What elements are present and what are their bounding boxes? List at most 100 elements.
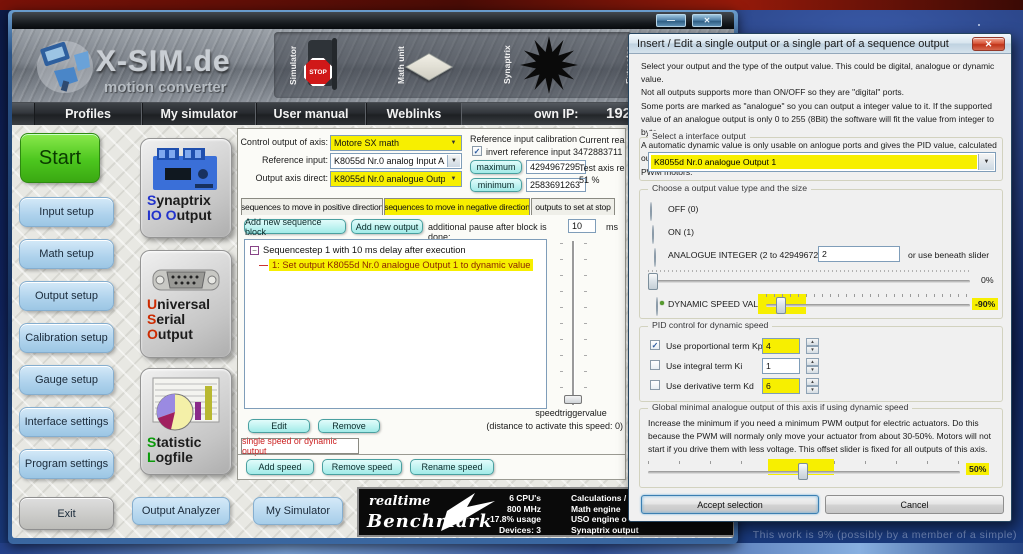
edit-button[interactable]: Edit [248,419,310,433]
rename-speed-button[interactable]: Rename speed [410,459,494,475]
kd-label: Use derivative term Kd [666,381,754,391]
sidebar-item-input-setup[interactable]: Input setup [19,197,114,227]
exit-button[interactable]: Exit [19,497,114,530]
speedtrigger-slider-thumb[interactable] [564,395,582,404]
chevron-down-icon: ▼ [447,137,460,149]
module-label-line: Synaptrix [147,193,212,208]
benchmark-stat: Devices: 3 [459,525,541,536]
menu-user-manual[interactable]: User manual [256,103,366,125]
kp-checkbox[interactable]: ✓ [650,340,660,350]
output-analyzer-button[interactable]: Output Analyzer [132,497,230,525]
remove-button[interactable]: Remove [318,419,380,433]
analogue-slider-thumb[interactable] [648,273,658,290]
sidebar-item-gauge-setup[interactable]: Gauge setup [19,365,114,395]
benchmark-stat: 17.8% usage [459,514,541,525]
menu-my-simulator[interactable]: My simulator [142,103,256,125]
radio-dynamic-speed[interactable] [656,297,658,316]
chevron-down-icon: ▼ [447,155,460,167]
analogue-value-field[interactable]: 2 [818,246,900,262]
accept-selection-button[interactable]: Accept selection [641,495,819,514]
kd-spinner[interactable]: ▲▼ [806,378,819,394]
remove-speed-button[interactable]: Remove speed [322,459,402,475]
tab-positive-direction[interactable]: sequences to move in positive direction [241,198,383,215]
module-label-line: Statistic [147,435,201,450]
menu-weblinks[interactable]: Weblinks [366,103,462,125]
spinner-up-icon: ▲ [806,338,819,346]
synaptrix-star-icon[interactable] [518,34,580,96]
radio-dynamic-label: DYNAMIC SPEED VALUE [668,299,764,309]
synaptrix-io-output-button[interactable]: Synaptrix IO Output [140,138,232,238]
kd-checkbox[interactable] [650,380,660,390]
radio-analogue-label: ANALOGUE INTEGER (2 to 4294967295) [668,250,831,260]
ki-value-field[interactable]: 1 [762,358,800,374]
global-minimum-text: Increase the minimum if you need a minim… [648,417,996,456]
my-simulator-button[interactable]: My Simulator [253,497,343,525]
analogue-slider[interactable] [648,280,970,283]
synaptrix-label: Synaptrix [502,36,512,94]
ki-spinner[interactable]: ▲▼ [806,358,819,374]
maximum-value-field[interactable]: 4294967295 [526,160,586,174]
global-slider-thumb[interactable] [798,463,808,480]
tree-root-item[interactable]: − Sequencestep 1 with 10 ms delay after … [250,245,466,255]
ki-checkbox[interactable] [650,360,660,370]
add-new-output-button[interactable]: Add new output [351,219,423,234]
radio-on[interactable] [652,225,654,244]
combo-value: K8055d Nr.0 analogue Output 1 [334,174,445,184]
sidebar-item-math-setup[interactable]: Math setup [19,239,114,269]
interface-output-combo[interactable]: K8055d Nr.0 analogue Output 1 ▼ [648,152,996,172]
dialog-titlebar[interactable]: Insert / Edit a single output or a singl… [629,34,1011,54]
xsim-logo-icon [34,37,96,95]
minimize-button[interactable]: — [656,14,686,27]
window-close-button[interactable]: ✕ [692,14,722,27]
combo-value: K8055d Nr.0 analog Input A1 [334,156,445,166]
sidebar-item-calibration-setup[interactable]: Calibration setup [19,323,114,353]
radio-off[interactable] [650,202,652,221]
invert-reference-checkbox[interactable]: ✓ [472,146,482,156]
universal-serial-output-button[interactable]: Universal Serial Output [140,250,232,358]
add-sequence-block-button[interactable]: Add new sequence block [244,219,346,234]
sequence-tree: − Sequencestep 1 with 10 ms delay after … [244,239,547,409]
minimum-button[interactable]: minimum [470,178,522,192]
tab-negative-direction[interactable]: sequences to move in negative direction [384,198,530,215]
tab-outputs-at-stop[interactable]: outputs to set at stop [531,198,615,215]
speedtrigger-slider[interactable] [572,241,574,405]
tab-single-speed[interactable]: single speed or dynamic output [241,438,359,454]
output-axis-direct-combo[interactable]: K8055d Nr.0 analogue Output 1 ▼ [330,171,462,187]
kd-value-field[interactable]: 6 [762,378,800,394]
dynamic-slider[interactable] [766,304,970,307]
add-speed-button[interactable]: Add speed [246,459,314,475]
sidebar-item-interface-settings[interactable]: Interface settings [19,407,114,437]
radio-analogue-integer[interactable] [654,248,656,267]
reference-input-combo[interactable]: K8055d Nr.0 analog Input A1 ▼ [330,153,462,169]
menu-profiles[interactable]: Profiles [34,103,142,125]
kp-value-field[interactable]: 4 [762,338,800,354]
dialog-intro-line: Not all outputs supports more than ON/OF… [641,86,1004,99]
control-output-axis-combo[interactable]: Motore SX math ▼ [330,135,462,151]
kp-spinner[interactable]: ▲▼ [806,338,819,354]
start-button[interactable]: Start [20,133,100,183]
app-header: X-SIM.de motion converter Simulator STOP… [12,29,734,103]
sidebar-item-output-setup[interactable]: Output setup [19,281,114,311]
module-label-line: IO Output [147,208,212,223]
module-label-line: Universal [147,297,210,312]
circuit-board-icon [151,146,221,194]
dialog-close-button[interactable]: ✕ [972,37,1005,51]
benchmark-stat: Synaptrix output [571,525,734,536]
speedtrigger-label: speedtriggervalue [508,408,626,418]
output-axis-direct-label: Output axis direct: [240,173,328,183]
tree-collapse-icon[interactable]: − [250,246,259,255]
maximum-button[interactable]: maximum [470,160,522,174]
pause-value-field[interactable]: 10 [568,219,596,233]
app-brand-subtitle: motion converter [104,79,227,96]
math-unit-chip-icon[interactable] [405,53,453,81]
cancel-button[interactable]: Cancel [825,495,1004,514]
pid-group: PID control for dynamic speed ✓ Use prop… [639,326,1003,402]
tree-child-item[interactable]: 1: Set output K8055d Nr.0 analogue Outpu… [269,259,533,271]
statistics-chart-icon [151,376,223,438]
minimum-value-field[interactable]: 2583691263 [526,178,586,192]
interface-output-group-label: Select a interface output [648,131,750,141]
statistic-logfile-button[interactable]: Statistic Logfile [140,368,232,475]
math-unit-label: Math unit [396,36,406,94]
sidebar-item-program-settings[interactable]: Program settings [19,449,114,479]
dynamic-slider-thumb[interactable] [776,297,786,314]
